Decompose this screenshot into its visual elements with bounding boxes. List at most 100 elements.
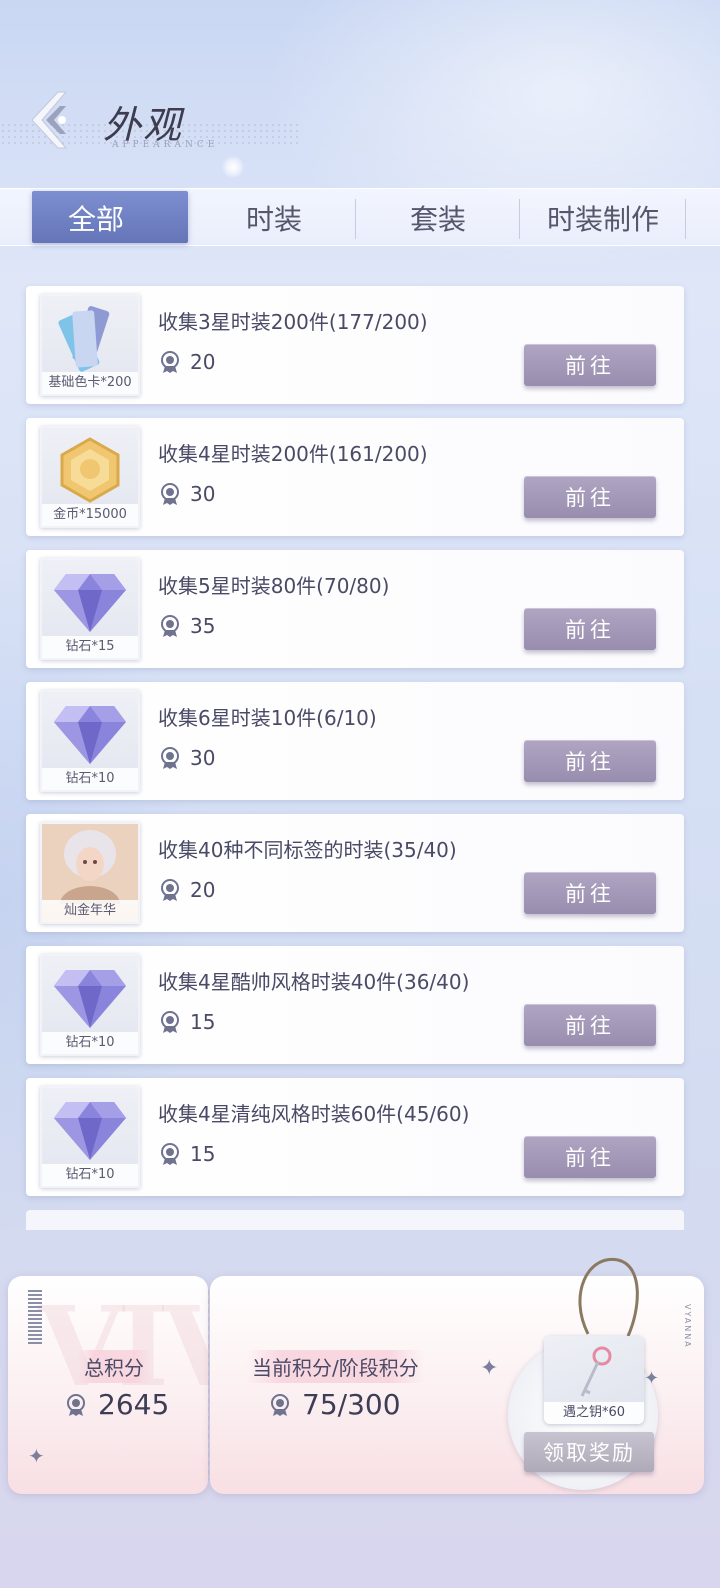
current-score-value: 75/300 [302,1388,401,1421]
points-value: 20 [190,350,216,374]
task-card: 钻石*15 收集5星时装80件(70/80) 35 前往 [26,550,684,668]
side-brand-text: VYANNA [683,1304,692,1349]
task-points: 35 [158,614,215,638]
current-score-label: 当前积分/阶段积分 [246,1350,425,1383]
medal-icon [271,1393,289,1416]
go-button[interactable]: 前往 [524,344,656,386]
star-icon: ✦ [28,1444,45,1468]
tab-fashion-making[interactable]: 时装制作 [520,189,686,247]
tab-fashion-label: 时装 [245,203,302,236]
tab-bar: 全部 时装 套装 时装制作 [0,188,720,246]
task-points: 15 [158,1010,215,1034]
reward-thumbnail[interactable]: 钻石*10 [40,954,140,1056]
reward-label: 金币*15000 [42,504,138,526]
tab-suit-label: 套装 [409,203,466,236]
task-title: 收集5星时装80件(70/80) [158,574,390,598]
score-footer: VIVANNA 总积分 2645 ✦ 当前积分/阶段积分 75/300 遇之钥*… [8,1257,704,1494]
go-button[interactable]: 前往 [524,476,656,518]
task-card: 钻石*10 收集4星清纯风格时装60件(45/60) 15 前往 [26,1078,684,1196]
reward-label: 基础色卡*200 [42,372,138,394]
go-button[interactable]: 前往 [524,872,656,914]
barcode-icon [28,1290,42,1346]
diamond-icon [42,1094,138,1166]
go-button[interactable]: 前往 [524,1004,656,1046]
tab-fashion[interactable]: 时装 [192,189,356,247]
task-card: 基础色卡*200 收集3星时装200件(177/200) 20 前往 [26,286,684,404]
points-value: 30 [190,482,216,506]
task-card: 金币*15000 收集4星时装200件(161/200) 30 前往 [26,418,684,536]
diamond-icon [42,962,138,1034]
back-arrow-icon [31,91,68,149]
current-score: 75/300 [268,1388,401,1421]
task-points: 30 [158,746,215,770]
portrait-icon [42,824,138,904]
reward-thumbnail[interactable]: 钻石*15 [40,558,140,660]
points-value: 15 [190,1142,216,1166]
task-points: 30 [158,482,215,506]
task-points: 20 [158,878,215,902]
color-card-icon [42,302,138,374]
task-title: 收集4星酷帅风格时装40件(36/40) [158,970,470,994]
total-score-panel: VIVANNA 总积分 2645 ✦ [8,1276,208,1494]
next-task-card-peek [26,1210,684,1230]
medal-icon [161,351,179,373]
task-title: 收集4星时装200件(161/200) [158,442,428,466]
medal-icon [161,1143,179,1165]
reward-thumbnail[interactable]: 灿金年华 [40,822,140,924]
points-value: 20 [190,878,216,902]
reward-label: 钻石*15 [42,636,138,658]
tab-all-label: 全部 [67,203,124,236]
diamond-icon [42,698,138,770]
reward-label: 灿金年华 [42,900,138,922]
keychain-string-icon [578,1257,639,1337]
key-icon [580,1346,612,1397]
go-button[interactable]: 前往 [524,740,656,782]
total-score-label: 总积分 [78,1350,150,1383]
reward-label: 钻石*10 [42,768,138,790]
total-score-value: 2645 [98,1388,170,1421]
go-button[interactable]: 前往 [524,1136,656,1178]
medal-icon [67,1393,85,1416]
task-card: 钻石*10 收集6星时装10件(6/10) 30 前往 [26,682,684,800]
tab-all[interactable]: 全部 [0,189,192,247]
header: 外观 APPEARANCE [0,0,720,190]
star-icon: ✦ [644,1368,660,1389]
reward-thumbnail[interactable]: 基础色卡*200 [40,294,140,396]
reward-label: 钻石*10 [42,1164,138,1186]
task-title: 收集6星时装10件(6/10) [158,706,377,730]
reward-thumbnail[interactable]: 钻石*10 [40,690,140,792]
reward-thumbnail[interactable]: 金币*15000 [40,426,140,528]
ticket-perforation [208,1290,209,1480]
claim-reward-button[interactable]: 领取奖励 [524,1432,654,1472]
reward-label: 钻石*10 [42,1032,138,1054]
medal-icon [161,1011,179,1033]
total-score: 2645 [64,1388,169,1421]
medal-icon [161,615,179,637]
medal-icon [161,747,179,769]
task-card: 钻石*10 收集4星酷帅风格时装40件(36/40) 15 前往 [26,946,684,1064]
tab-suit[interactable]: 套装 [356,189,520,247]
back-button[interactable] [26,88,90,152]
points-value: 35 [190,614,216,638]
points-value: 15 [190,1010,216,1034]
task-title: 收集3星时装200件(177/200) [158,310,428,334]
task-title: 收集40种不同标签的时装(35/40) [158,838,457,862]
sparkle-icon [222,156,244,178]
go-button[interactable]: 前往 [524,608,656,650]
reward-key-label: 遇之钥*60 [544,1402,644,1424]
tab-fashion-making-label: 时装制作 [546,203,659,236]
gold-coin-icon [42,434,138,506]
star-icon: ✦ [480,1356,499,1381]
medal-icon [161,879,179,901]
medal-icon [161,483,179,505]
page-subtitle: APPEARANCE [112,140,219,150]
task-points: 15 [158,1142,215,1166]
task-title: 收集4星清纯风格时装60件(45/60) [158,1102,470,1126]
task-list: 基础色卡*200 收集3星时装200件(177/200) 20 前往 金币*15… [26,286,684,1230]
tab-divider [685,199,686,239]
task-card: 灿金年华 收集40种不同标签的时装(35/40) 20 前往 [26,814,684,932]
diamond-icon [42,566,138,638]
task-points: 20 [158,350,215,374]
reward-thumbnail[interactable]: 钻石*10 [40,1086,140,1188]
points-value: 30 [190,746,216,770]
